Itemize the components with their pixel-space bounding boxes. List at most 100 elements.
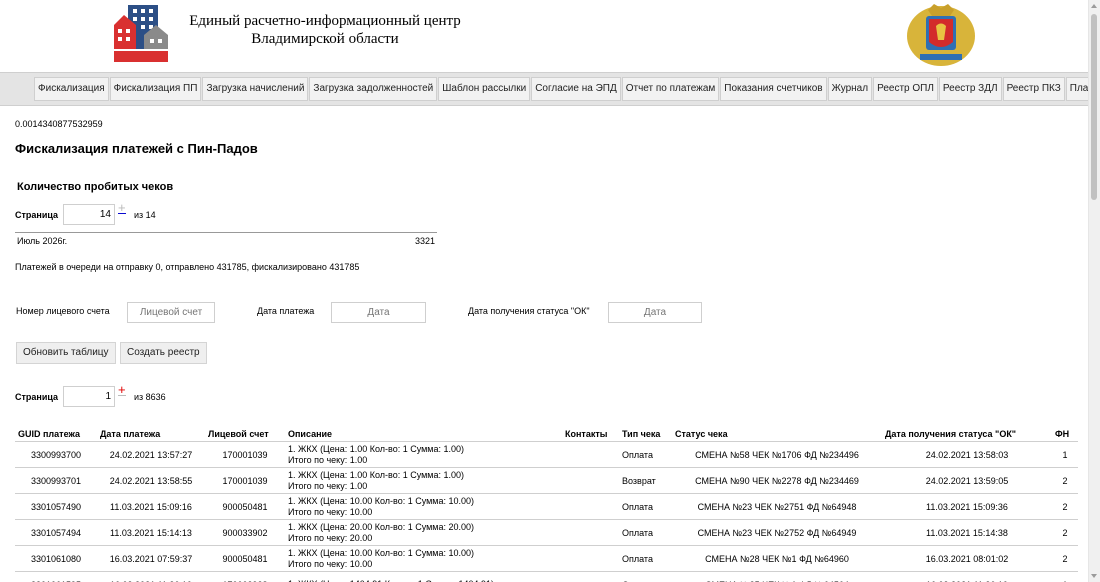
main-menu: Фискализация Фискализация ПП Загрузка начи…: [0, 72, 1089, 106]
cell-guid: 3301061595: [15, 571, 97, 582]
cell-description: 1. ЖКХ (Цена: 10.00 Кол-во: 1 Сумма: 10.…: [285, 493, 562, 520]
cell-fn: 2: [1052, 545, 1078, 572]
table-pager: Страница + из 8636: [15, 383, 166, 407]
cell-guid: 3300993700: [15, 441, 97, 468]
refresh-table-button[interactable]: Обновить таблицу: [16, 342, 116, 364]
column-header: Тип чека: [622, 428, 661, 439]
menu-item[interactable]: Шаблон рассылки: [438, 77, 531, 101]
scrollbar-thumb[interactable]: [1091, 14, 1097, 200]
pager-label: Страница: [15, 391, 59, 402]
table-page-stepper[interactable]: +: [118, 383, 128, 407]
cell-description: 1. ЖКХ (Цена: 20.00 Кол-во: 1 Сумма: 20.…: [285, 519, 562, 546]
cell-type: Оплата: [619, 571, 672, 582]
cell-contacts: [562, 467, 619, 494]
scroll-up-icon[interactable]: [1091, 4, 1097, 8]
cell-account: 900033902: [205, 519, 285, 546]
menu-item[interactable]: Журнал: [827, 77, 873, 101]
cell-ok-date: 24.02.2021 13:59:05: [882, 467, 1052, 494]
receipts-page-input[interactable]: [63, 204, 115, 225]
column-header: ФН: [1055, 428, 1070, 439]
cell-ok-date: 11.03.2021 15:14:38: [882, 519, 1052, 546]
pager-label: Страница: [15, 209, 59, 220]
header: Единый расчетно-информационный центр Вла…: [0, 0, 1089, 72]
scroll-down-icon[interactable]: [1091, 574, 1097, 578]
cell-account: 170001039: [205, 467, 285, 494]
cell-guid: 3301057490: [15, 493, 97, 520]
menu-item[interactable]: Фискализация: [34, 77, 109, 101]
receipts-page-stepper[interactable]: +: [118, 201, 128, 225]
erc-logo: [114, 5, 168, 62]
description-line: 1. ЖКХ (Цена: 1.00 Кол-во: 1 Сумма: 1.00…: [288, 469, 465, 480]
table-row[interactable]: 3301057494 11.03.2021 15:14:13 900033902 1.…: [15, 519, 1078, 546]
menu-item[interactable]: Плагины: [1065, 77, 1089, 101]
cell-type: Оплата: [619, 545, 672, 572]
cell-ok-date: 11.03.2021 15:09:36: [882, 493, 1052, 520]
cell-date: 16.03.2021 11:36:10: [97, 571, 205, 582]
cell-fn: 2: [1052, 467, 1078, 494]
cell-status: СМЕНА №23 ЧЕК №2752 ФД №64949: [672, 519, 882, 546]
column-header: Дата платежа: [100, 428, 161, 439]
description-line: 1. ЖКХ (Цена: 10.00 Кол-во: 1 Сумма: 10.…: [288, 547, 475, 558]
account-filter-label: Номер лицевого счета: [16, 306, 110, 316]
cell-type: Оплата: [619, 441, 672, 468]
table-row[interactable]: 3301057490 11.03.2021 15:09:16 900050481 1.…: [15, 493, 1078, 520]
cell-account: 900050481: [205, 493, 285, 520]
vertical-scrollbar[interactable]: [1088, 0, 1100, 582]
receipt-total: Итого по чеку: 10.00: [288, 558, 373, 569]
menu-item[interactable]: Показания счетчиков: [720, 77, 827, 101]
cell-account: 170001039: [205, 441, 285, 468]
receipt-total: Итого по чеку: 10.00: [288, 506, 373, 517]
cell-date: 11.03.2021 15:09:16: [97, 493, 205, 520]
cell-description: 1. ЖКХ (Цена: 1.00 Кол-во: 1 Сумма: 1.00…: [285, 467, 562, 494]
cell-account: 170003928: [205, 571, 285, 582]
org-name-line2: Владимирской области: [251, 31, 399, 47]
column-header: Контакты: [565, 428, 608, 439]
page: Единый расчетно-информационный центр Вла…: [0, 0, 1089, 582]
section-title: Количество пробитых чеков: [17, 181, 174, 193]
menu-item[interactable]: Загрузка задолженностей: [309, 77, 438, 101]
org-name: Единый расчетно-информационный центр Вла…: [170, 12, 480, 48]
table-body: 3300993700 24.02.2021 13:57:27 170001039 1.…: [15, 441, 1078, 582]
cell-ok-date: 16.03.2021 11:36:10: [882, 571, 1052, 582]
create-registry-button[interactable]: Создать реестр: [120, 342, 207, 364]
ok-date-filter-label: Дата получения статуса "ОК": [468, 306, 590, 316]
minus-icon[interactable]: [118, 395, 126, 396]
cell-contacts: [562, 441, 619, 468]
coat-of-arms: [907, 4, 975, 66]
minus-icon[interactable]: [118, 213, 126, 214]
menu-item[interactable]: Реестр ЗДЛ: [938, 77, 1002, 101]
cell-status: СМЕНА №23 ЧЕК №2751 ФД №64948: [672, 493, 882, 520]
summary-period: Июль 2026г.: [17, 236, 68, 246]
menu-item[interactable]: Фискализация ПП: [109, 77, 202, 101]
ok-date-filter-input[interactable]: [608, 302, 702, 323]
cell-contacts: [562, 493, 619, 520]
account-filter-input[interactable]: [127, 302, 215, 323]
date-filter-input[interactable]: [331, 302, 426, 323]
queue-status: Платежей в очереди на отправку 0, отправ…: [15, 262, 360, 272]
cell-type: Оплата: [619, 519, 672, 546]
description-line: 1. ЖКХ (Цена: 1.00 Кол-во: 1 Сумма: 1.00…: [288, 443, 465, 454]
cell-date: 24.02.2021 13:58:55: [97, 467, 205, 494]
cell-contacts: [562, 545, 619, 572]
receipt-total: Итого по чеку: 1.00: [288, 454, 368, 465]
menu-item[interactable]: Загрузка начислений: [202, 77, 309, 101]
column-header: Дата получения статуса "ОК": [885, 428, 1017, 439]
summary-row: Июль 2026г. 3321: [15, 232, 437, 246]
table-header-row: GUID платежа Дата платежа Лицевой счет Опис…: [15, 426, 1078, 442]
menu-item[interactable]: Согласие на ЭПД: [531, 77, 621, 101]
cell-fn: 1: [1052, 441, 1078, 468]
main-menu-list: Фискализация Фискализация ПП Загрузка начи…: [34, 77, 1089, 101]
cell-status: СМЕНА №28 ЧЕК №1 ФД №64960: [672, 545, 882, 572]
cell-type: Оплата: [619, 493, 672, 520]
table-row[interactable]: 3301061080 16.03.2021 07:59:37 900050481 1.…: [15, 545, 1078, 572]
receipts-pager: Страница + из 14: [15, 201, 156, 225]
menu-item[interactable]: Реестр ПКЗ: [1002, 77, 1065, 101]
menu-item[interactable]: Отчет по платежам: [621, 77, 720, 101]
table-row[interactable]: 3300993701 24.02.2021 13:58:55 170001039 1.…: [15, 467, 1078, 494]
cell-fn: 2: [1052, 519, 1078, 546]
table-row[interactable]: 3300993700 24.02.2021 13:57:27 170001039 1.…: [15, 441, 1078, 468]
menu-item[interactable]: Реестр ОПЛ: [873, 77, 938, 101]
cell-date: 11.03.2021 15:14:13: [97, 519, 205, 546]
table-page-input[interactable]: [63, 386, 115, 407]
table-row[interactable]: 330106159516.03.2021 11:36:101700039281.…: [15, 571, 1078, 582]
